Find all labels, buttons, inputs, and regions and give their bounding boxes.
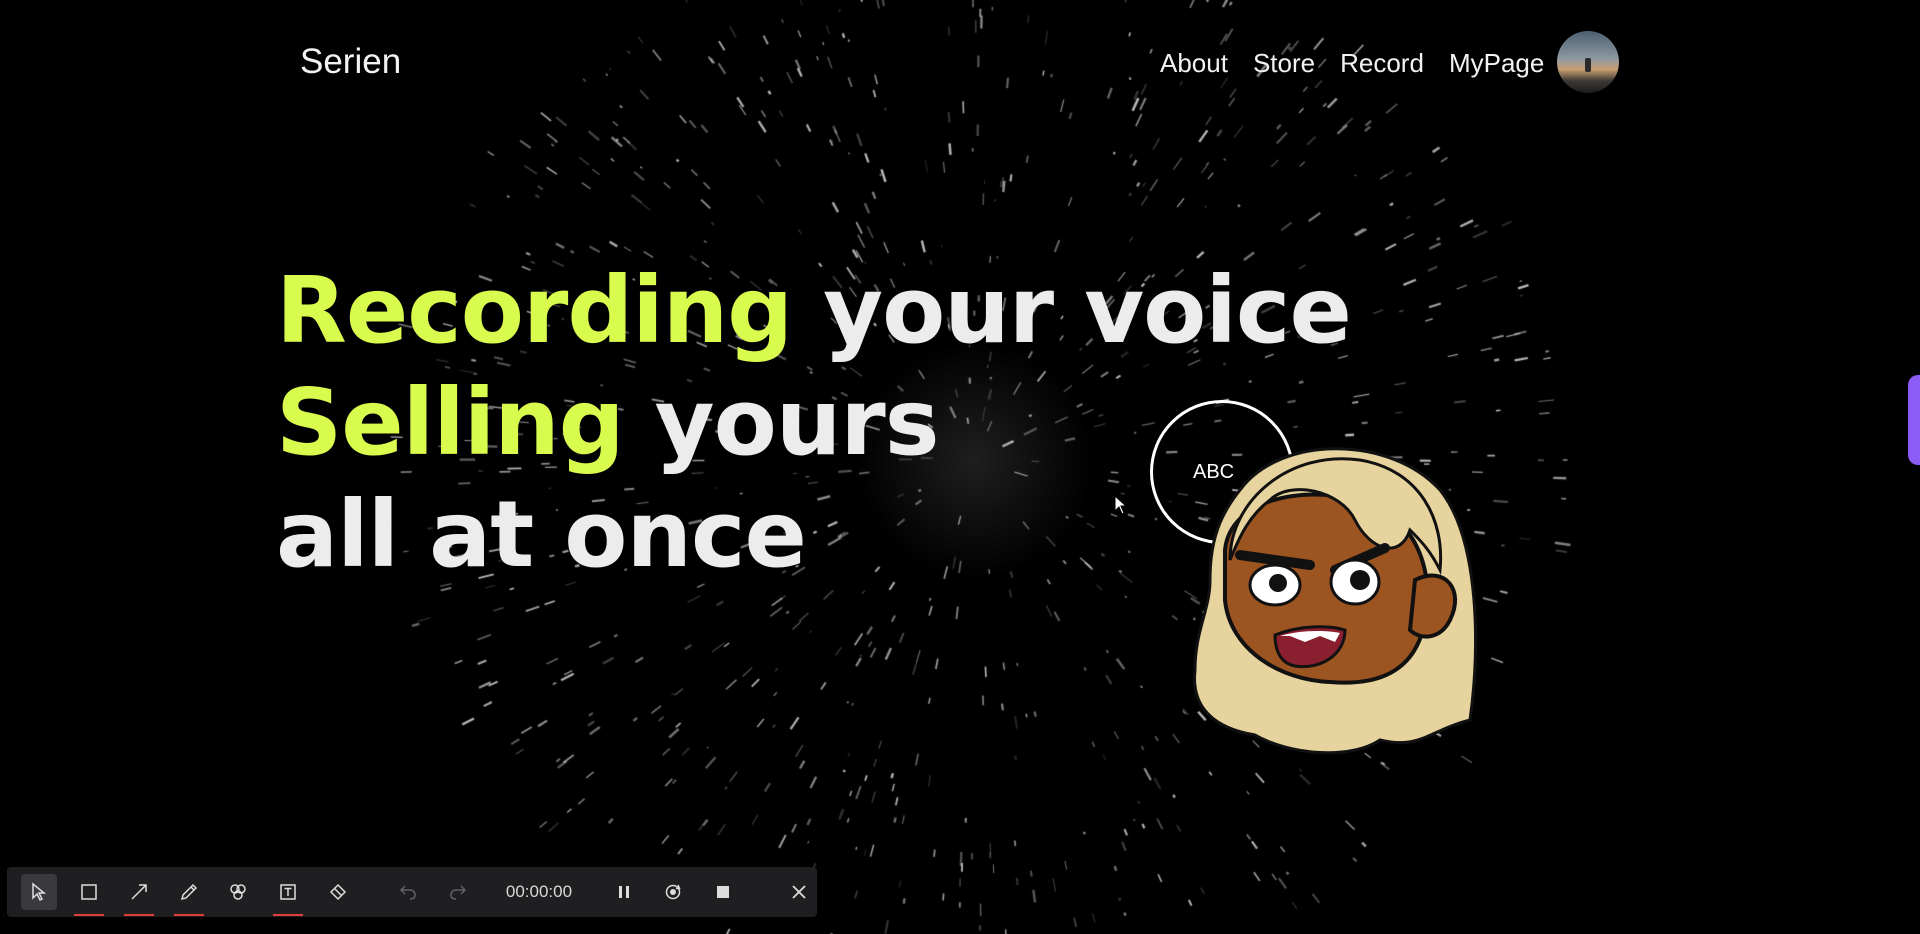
highlighter-tool-button[interactable] (221, 874, 257, 910)
rectangle-tool-button[interactable] (71, 874, 107, 916)
rectangle-icon (81, 884, 97, 900)
redo-icon (450, 885, 466, 900)
character-pupil-right (1350, 570, 1370, 590)
top-navigation: Serien About Store Record MyPage (0, 0, 1920, 120)
recording-timer: 00:00:00 (505, 882, 573, 901)
side-panel-tab[interactable] (1908, 375, 1920, 465)
select-icon (32, 882, 47, 902)
close-button[interactable] (781, 874, 817, 910)
character-pupil-left (1269, 574, 1287, 592)
highlighter-icon (230, 884, 247, 900)
nav-store[interactable]: Store (1253, 48, 1315, 79)
screen-recorder-toolbar: 00:00:00 (7, 867, 817, 917)
pause-button[interactable] (606, 874, 642, 910)
close-icon (792, 885, 806, 899)
mouse-cursor-icon (1114, 495, 1128, 515)
undo-icon (400, 885, 416, 900)
nav-links: About Store Record MyPage (1160, 48, 1544, 79)
site-logo[interactable]: Serien (300, 42, 401, 82)
hero-text-yours: yours (623, 369, 940, 476)
eraser-tool-button[interactable] (320, 874, 356, 910)
stop-button[interactable] (705, 874, 741, 910)
text-icon (280, 884, 297, 900)
restart-button[interactable] (655, 874, 691, 910)
pen-icon (180, 883, 197, 901)
nav-record[interactable]: Record (1340, 48, 1424, 79)
eraser-icon (330, 883, 347, 901)
user-avatar[interactable] (1557, 31, 1619, 93)
pause-icon (618, 886, 629, 898)
undo-button[interactable] (390, 874, 426, 910)
hero-text-your-voice: your voice (792, 257, 1352, 364)
redo-button[interactable] (440, 874, 476, 910)
hero-highlight-selling: Selling (276, 369, 625, 476)
arrow-tool-button[interactable] (121, 874, 157, 916)
hero-line-1: Recording your voice (276, 255, 1352, 367)
nav-mypage[interactable]: MyPage (1449, 48, 1544, 79)
hero-highlight-recording: Recording (276, 257, 793, 364)
restart-icon (666, 884, 682, 900)
cartoon-character-illustration (1193, 447, 1478, 755)
arrow-icon (131, 884, 147, 900)
select-tool-button[interactable] (21, 874, 57, 910)
pen-tool-button[interactable] (171, 874, 207, 916)
text-tool-button[interactable] (270, 874, 306, 916)
nav-about[interactable]: About (1160, 48, 1228, 79)
stop-icon (717, 886, 730, 898)
